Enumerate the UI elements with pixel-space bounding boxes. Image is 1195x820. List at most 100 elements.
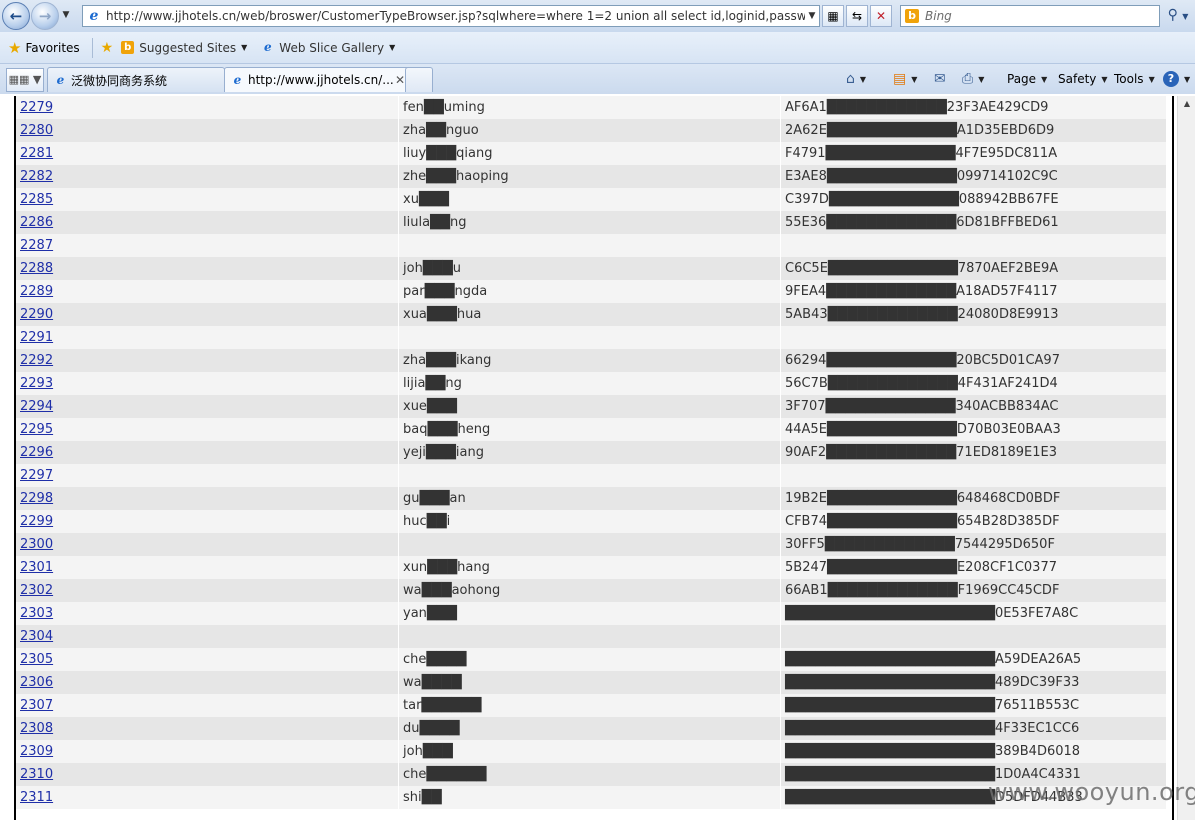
id-link[interactable]: 2311	[20, 790, 53, 805]
id-link[interactable]: 2307	[20, 698, 53, 713]
table-row: 2286 liula██ng 55E36█████████████6D81BFFBE…	[16, 211, 1166, 234]
id-cell: 2299	[16, 510, 399, 533]
id-cell: 2303	[16, 602, 399, 625]
id-link[interactable]: 2302	[20, 583, 53, 598]
id-link[interactable]: 2296	[20, 445, 53, 460]
id-cell: 2290	[16, 303, 399, 326]
id-link[interactable]: 2309	[20, 744, 53, 759]
home-icon: ⌂	[846, 71, 855, 87]
table-row: 2285 xu███ C397D█████████████088942BB67FE	[16, 188, 1166, 211]
id-link[interactable]: 2280	[20, 123, 53, 138]
help-button[interactable]: ? ▼	[1163, 69, 1190, 89]
id-link[interactable]: 2294	[20, 399, 53, 414]
watermark: www.wooyun.org	[988, 778, 1195, 806]
feeds-button[interactable]: ▤ ▼	[893, 69, 917, 89]
id-link[interactable]: 2289	[20, 284, 53, 299]
close-tab-icon[interactable]: ✕	[395, 73, 405, 87]
address-bar-row: ← → ▼ e http://www.jjhotels.cn/web/brosw…	[0, 0, 1195, 32]
mail-button[interactable]: ✉	[934, 69, 946, 89]
table-row: 2293 lijia██ng 56C7B█████████████4F431AF24…	[16, 372, 1166, 395]
tab-inactive[interactable]: e 泛微协同商务系统	[47, 67, 225, 92]
id-link[interactable]: 2285	[20, 192, 53, 207]
id-link[interactable]: 2297	[20, 468, 53, 483]
loginid-cell: gu███an	[398, 487, 781, 510]
id-link[interactable]: 2306	[20, 675, 53, 690]
new-tab-button[interactable]	[405, 67, 433, 92]
table-row: 2309 joh███ █████████████████████389B4D601…	[16, 740, 1166, 763]
tab-active[interactable]: e http://www.jjhotels.cn/... ✕	[224, 67, 412, 92]
loginid-cell: du████	[398, 717, 781, 740]
id-cell: 2281	[16, 142, 399, 165]
search-placeholder[interactable]: Bing	[925, 9, 1159, 23]
loginid-cell	[398, 326, 781, 349]
password-hash-cell: █████████████████████4F33EC1CC6	[780, 717, 1166, 740]
search-field[interactable]: b Bing	[900, 5, 1160, 27]
id-link[interactable]: 2281	[20, 146, 53, 161]
tab-label: 泛微协同商务系统	[71, 73, 168, 88]
quick-tabs-button[interactable]: ▦▦ ▼	[6, 68, 44, 92]
home-button[interactable]: ⌂ ▼	[846, 69, 866, 89]
address-url[interactable]: http://www.jjhotels.cn/web/broswer/Custo…	[106, 9, 805, 23]
loginid-cell: huc██i	[398, 510, 781, 533]
vertical-scrollbar[interactable]: ▲	[1177, 96, 1195, 820]
id-link[interactable]: 2301	[20, 560, 53, 575]
address-dropdown-button[interactable]: ▼	[805, 11, 819, 21]
id-link[interactable]: 2287	[20, 238, 53, 253]
print-button[interactable]: ⎙ ▼	[962, 69, 984, 89]
id-link[interactable]: 2291	[20, 330, 53, 345]
id-cell: 2287	[16, 234, 399, 257]
id-link[interactable]: 2303	[20, 606, 53, 621]
id-link[interactable]: 2304	[20, 629, 53, 644]
id-link[interactable]: 2286	[20, 215, 53, 230]
tools-menu-label: Tools	[1114, 72, 1144, 86]
grid-icon: ▦▦	[8, 73, 30, 86]
id-link[interactable]: 2282	[20, 169, 53, 184]
id-link[interactable]: 2298	[20, 491, 53, 506]
scroll-up-icon[interactable]: ▲	[1178, 96, 1195, 112]
id-cell: 2279	[16, 96, 399, 119]
address-field[interactable]: e http://www.jjhotels.cn/web/broswer/Cus…	[82, 5, 820, 27]
id-link[interactable]: 2293	[20, 376, 53, 391]
id-cell: 2307	[16, 694, 399, 717]
id-link[interactable]: 2292	[20, 353, 53, 368]
password-hash-cell: █████████████████████489DC39F33	[780, 671, 1166, 694]
customer-table: 2279 fen██uming AF6A1████████████23F3AE429…	[16, 96, 1166, 809]
tools-menu[interactable]: Tools ▼	[1114, 69, 1155, 89]
id-cell: 2308	[16, 717, 399, 740]
table-row: 2308 du████ █████████████████████4F33EC1CC…	[16, 717, 1166, 740]
id-link[interactable]: 2295	[20, 422, 53, 437]
refresh-button[interactable]: ⇆	[846, 5, 868, 27]
forward-button[interactable]: →	[31, 2, 59, 30]
loginid-cell: par███ngda	[398, 280, 781, 303]
back-button[interactable]: ←	[2, 2, 30, 30]
history-dropdown-button[interactable]: ▼	[60, 9, 72, 21]
password-hash-cell	[780, 464, 1166, 487]
compatibility-view-button[interactable]: ▦	[822, 5, 844, 27]
web-slice-gallery-button[interactable]: e Web Slice Gallery ▼	[261, 41, 395, 55]
table-row: 2290 xua███hua 5AB43█████████████24080D8E9…	[16, 303, 1166, 326]
password-hash-cell: 56C7B█████████████4F431AF241D4	[780, 372, 1166, 395]
id-link[interactable]: 2310	[20, 767, 53, 782]
add-favorite-icon[interactable]: ★	[101, 40, 114, 56]
id-link[interactable]: 2308	[20, 721, 53, 736]
id-link[interactable]: 2288	[20, 261, 53, 276]
page-menu[interactable]: Page ▼	[1007, 69, 1047, 89]
table-row: 2291	[16, 326, 1166, 349]
id-link[interactable]: 2279	[20, 100, 53, 115]
id-link[interactable]: 2305	[20, 652, 53, 667]
loginid-cell: liula██ng	[398, 211, 781, 234]
search-button[interactable]: ⚲ ▼	[1164, 5, 1192, 25]
loginid-cell: zha██nguo	[398, 119, 781, 142]
id-link[interactable]: 2290	[20, 307, 53, 322]
table-row: 2280 zha██nguo 2A62E█████████████A1D35EBD6…	[16, 119, 1166, 142]
table-row: 2302 wa███aohong 66AB1█████████████F1969CC…	[16, 579, 1166, 602]
id-link[interactable]: 2300	[20, 537, 53, 552]
favorites-button[interactable]: ★ Favorites	[8, 39, 80, 57]
id-link[interactable]: 2299	[20, 514, 53, 529]
table-row: 2303 yan███ █████████████████████0E53FE7A8…	[16, 602, 1166, 625]
id-cell: 2304	[16, 625, 399, 648]
safety-menu[interactable]: Safety ▼	[1058, 69, 1108, 89]
password-hash-cell	[780, 234, 1166, 257]
suggested-sites-button[interactable]: b Suggested Sites ▼	[121, 41, 247, 55]
stop-button[interactable]: ✕	[870, 5, 892, 27]
